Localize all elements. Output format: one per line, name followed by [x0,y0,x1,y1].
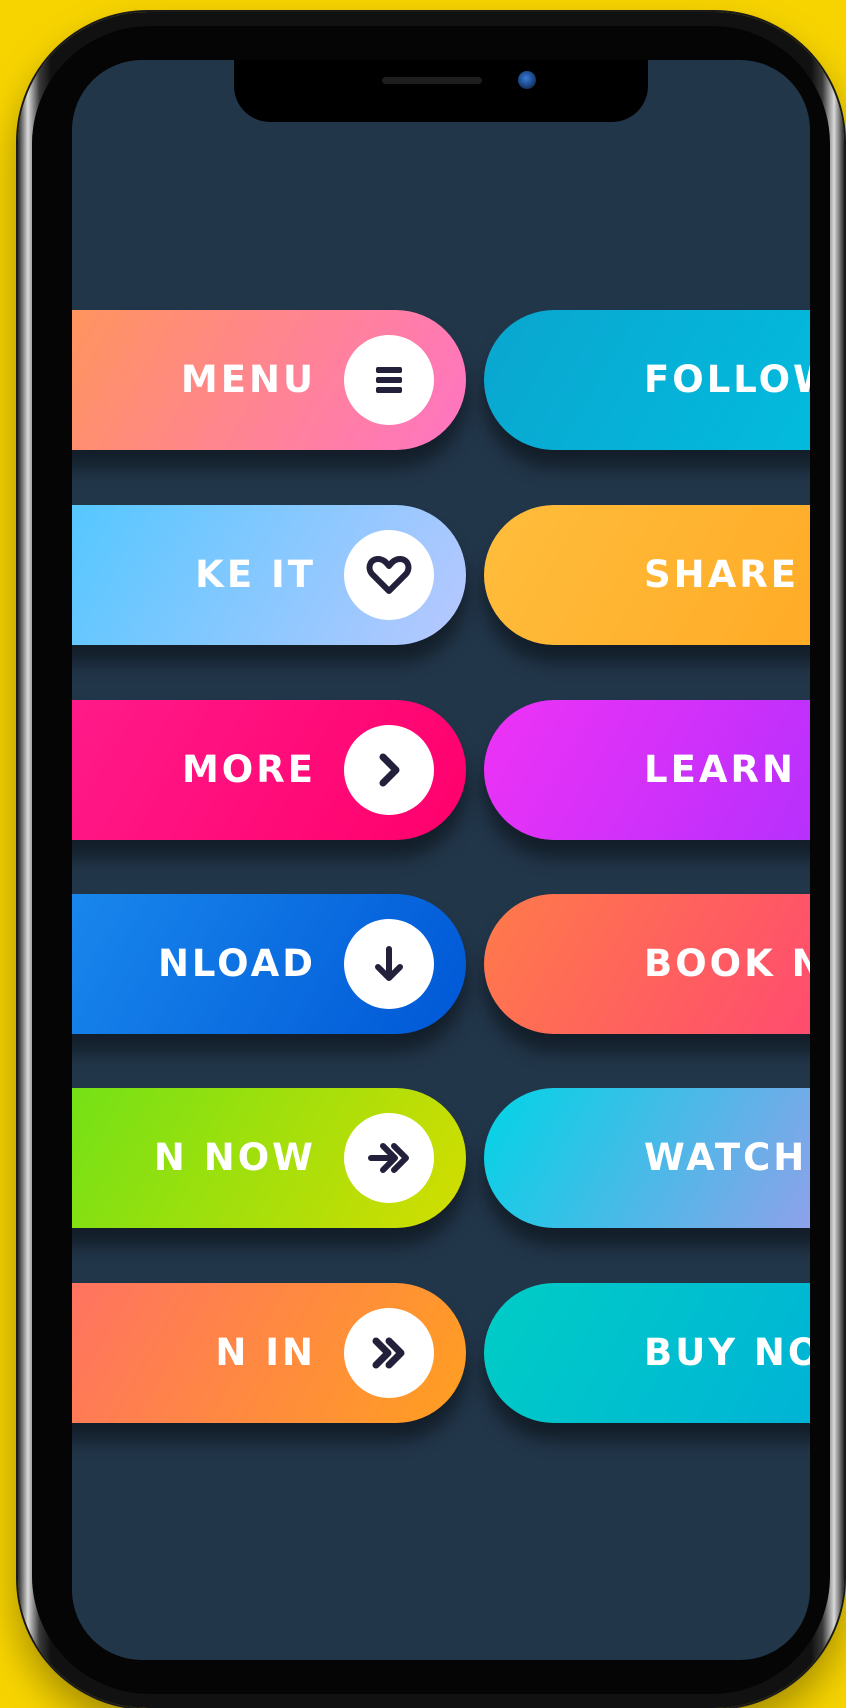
watch-now-button[interactable]: WATCH NOW [484,1088,810,1228]
chevron-right-icon [344,725,434,815]
book-now-button[interactable]: BOOK NOW [484,894,810,1034]
share-button[interactable]: SHARE [484,505,810,645]
book-now-button-label: BOOK NOW [644,942,810,985]
like-it-button[interactable]: KE IT [72,505,466,645]
notch [234,60,648,122]
earpiece-speaker [382,77,482,84]
sign-in-button-label: N IN [215,1331,316,1374]
read-more-button-label: MORE [181,748,316,791]
screen: MENU KE IT MORE NLOAD N NOW N IN FOLLO S… [72,60,810,1660]
menu-icon [344,335,434,425]
follow-button[interactable]: FOLLOW [484,310,810,450]
join-now-button[interactable]: N NOW [72,1088,466,1228]
heart-icon [344,530,434,620]
learn-more-button[interactable]: LEARN MORE [484,700,810,840]
sign-in-button[interactable]: N IN [72,1283,466,1423]
download-button[interactable]: NLOAD [72,894,466,1034]
like-it-button-label: KE IT [195,553,316,596]
front-camera [518,71,536,89]
double-chevron-right-icon [344,1308,434,1398]
watch-now-button-label: WATCH NOW [644,1136,810,1179]
follow-button-label: FOLLOW [644,358,810,401]
buy-now-button[interactable]: BUY NOW [484,1283,810,1423]
download-button-label: NLOAD [157,942,316,985]
double-arrow-right-icon [344,1113,434,1203]
arrow-down-icon [344,919,434,1009]
menu-button[interactable]: MENU [72,310,466,450]
buy-now-button-label: BUY NOW [644,1331,810,1374]
share-button-label: SHARE [644,553,800,596]
join-now-button-label: N NOW [153,1136,316,1179]
read-more-button[interactable]: MORE [72,700,466,840]
learn-more-button-label: LEARN MORE [644,748,810,791]
menu-button-label: MENU [180,358,316,401]
